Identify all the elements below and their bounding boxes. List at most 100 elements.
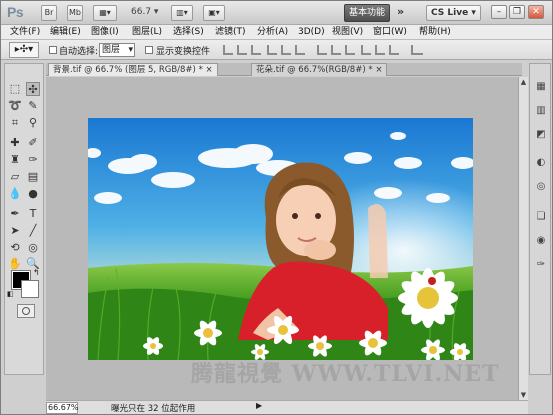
menu-select[interactable]: 选择(S) bbox=[173, 26, 204, 39]
title-bar: Ps Br Mb ▦▾ 66.7 ▾ ▥▾ ▣▾ 基本功能 » CS Live … bbox=[1, 1, 552, 25]
restore-button[interactable]: ❐ bbox=[509, 5, 525, 19]
menu-help[interactable]: 帮助(H) bbox=[419, 26, 451, 39]
eraser-tool-icon[interactable]: ▱ bbox=[8, 170, 22, 184]
path-selection-tool-icon[interactable]: ➤ bbox=[8, 224, 22, 238]
3d-orbit-tool-icon[interactable]: ◎ bbox=[26, 241, 40, 255]
lasso-tool-icon[interactable]: ➰ bbox=[8, 99, 22, 113]
menu-filter[interactable]: 滤镜(T) bbox=[215, 26, 246, 39]
swap-colors-icon[interactable]: ↰ bbox=[33, 268, 40, 277]
background-color-swatch[interactable] bbox=[21, 280, 39, 298]
tab-background-document[interactable]: 背景.tif @ 66.7% (图层 5, RGB/8#) * × bbox=[48, 63, 218, 76]
channels-panel-icon[interactable]: ◉ bbox=[534, 234, 548, 248]
move-tool-icon[interactable]: ✣ bbox=[26, 82, 40, 96]
menu-view[interactable]: 视图(V) bbox=[332, 26, 363, 39]
type-tool-icon[interactable]: T bbox=[26, 207, 40, 221]
distribute-bottom-icon[interactable] bbox=[345, 45, 355, 55]
document-tabs: 背景.tif @ 66.7% (图层 5, RGB/8#) * × 花朵.tif… bbox=[46, 63, 522, 76]
align-top-icon[interactable] bbox=[223, 45, 233, 55]
scroll-up-arrow-icon[interactable]: ▲ bbox=[519, 77, 528, 87]
gradient-tool-icon[interactable]: ▤ bbox=[26, 170, 40, 184]
auto-select-label: 自动选择: bbox=[59, 47, 99, 57]
document-image[interactable] bbox=[88, 118, 473, 360]
menu-edit[interactable]: 编辑(E) bbox=[50, 26, 81, 39]
color-panel-icon[interactable]: ▦ bbox=[534, 80, 548, 94]
menu-image[interactable]: 图像(I) bbox=[91, 26, 119, 39]
vertical-scrollbar[interactable]: ▲ ▼ bbox=[518, 77, 528, 400]
zoom-level-dropdown[interactable]: 66.7 ▾ bbox=[131, 7, 158, 17]
shape-tool-icon[interactable]: ╱ bbox=[26, 224, 40, 238]
align-bottom-icon[interactable] bbox=[251, 45, 261, 55]
align-hcenter-icon[interactable] bbox=[281, 45, 291, 55]
marquee-tool-icon[interactable]: ⬚ bbox=[8, 82, 22, 96]
adjustments-panel-icon[interactable]: ◐ bbox=[534, 156, 548, 170]
quick-mask-icon bbox=[22, 307, 30, 315]
default-colors-icon[interactable]: ◧ bbox=[7, 290, 14, 298]
auto-select-checkbox[interactable] bbox=[49, 46, 57, 54]
swatches-panel-icon[interactable]: ▥ bbox=[534, 104, 548, 118]
distribute-hcenter-icon[interactable] bbox=[375, 45, 385, 55]
tab-close-icon[interactable]: × bbox=[375, 65, 382, 75]
3d-rotate-tool-icon[interactable]: ⟲ bbox=[8, 241, 22, 255]
dodge-tool-icon[interactable]: ● bbox=[26, 187, 40, 201]
quick-mask-button[interactable] bbox=[17, 304, 35, 318]
more-workspaces-icon[interactable]: » bbox=[397, 5, 404, 18]
distribute-vcenter-icon[interactable] bbox=[331, 45, 341, 55]
layers-panel-icon[interactable]: ❏ bbox=[534, 210, 548, 224]
arrange-documents-button[interactable]: ▥▾ bbox=[171, 5, 193, 21]
align-right-icon[interactable] bbox=[295, 45, 305, 55]
move-tool-preset-picker[interactable]: ▸✣▾ bbox=[9, 42, 39, 58]
cs-live-label: CS Live bbox=[431, 8, 469, 18]
tab-flower-label: 花朵.tif @ 66.7%(RGB/8#) * bbox=[256, 65, 373, 75]
quick-select-tool-icon[interactable]: ✎ bbox=[26, 99, 40, 113]
ps-logo: Ps bbox=[7, 4, 24, 20]
bridge-button[interactable]: Br bbox=[41, 5, 57, 21]
status-menu-arrow-icon[interactable]: ▶ bbox=[256, 401, 262, 410]
align-left-icon[interactable] bbox=[267, 45, 277, 55]
zoom-percentage-field[interactable]: 66.67% bbox=[46, 402, 79, 414]
menu-3d[interactable]: 3D(D) bbox=[298, 26, 325, 39]
healing-brush-tool-icon[interactable]: ✚ bbox=[8, 136, 22, 150]
auto-align-layers-icon[interactable] bbox=[411, 45, 423, 55]
zoom-level-value: 66.7 bbox=[131, 7, 152, 17]
paths-panel-icon[interactable]: ✑ bbox=[534, 258, 548, 272]
distribute-left-icon[interactable] bbox=[361, 45, 371, 55]
auto-select-target-select[interactable]: 图层 ▾ bbox=[99, 43, 135, 57]
screen-mode-button[interactable]: ▣▾ bbox=[203, 5, 225, 21]
clone-stamp-tool-icon[interactable]: ♜ bbox=[8, 153, 22, 167]
workspace-essentials-button[interactable]: 基本功能 bbox=[344, 4, 390, 22]
cs-live-arrow-icon: ▾ bbox=[471, 8, 476, 18]
auto-select-target-value: 图层 bbox=[102, 45, 121, 55]
tab-background-label: 背景.tif @ 66.7% (图层 5, RGB/8#) * bbox=[53, 65, 203, 75]
menu-window[interactable]: 窗口(W) bbox=[373, 26, 407, 39]
styles-panel-icon[interactable]: ◩ bbox=[534, 128, 548, 142]
crop-tool-icon[interactable]: ⌗ bbox=[8, 116, 22, 130]
distribute-top-icon[interactable] bbox=[317, 45, 327, 55]
status-info-text: 曝光只在 32 位起作用 bbox=[111, 404, 196, 414]
masks-panel-icon[interactable]: ◎ bbox=[534, 180, 548, 194]
scroll-down-arrow-icon[interactable]: ▼ bbox=[519, 390, 528, 400]
close-button[interactable]: ✕ bbox=[528, 5, 544, 19]
eyedropper-tool-icon[interactable]: ⚲ bbox=[26, 116, 40, 130]
status-bar: 66.67% 曝光只在 32 位起作用 ▶ bbox=[46, 400, 528, 414]
menu-analysis[interactable]: 分析(A) bbox=[257, 26, 288, 39]
move-arrow-icon: ▸✣▾ bbox=[14, 44, 34, 55]
pen-tool-icon[interactable]: ✒ bbox=[8, 207, 22, 221]
cs-live-button[interactable]: CS Live ▾ bbox=[426, 5, 481, 21]
history-brush-tool-icon[interactable]: ✑ bbox=[26, 153, 40, 167]
view-extras-button[interactable]: ▦▾ bbox=[93, 5, 117, 21]
minimize-button[interactable]: – bbox=[491, 5, 507, 19]
mini-bridge-button[interactable]: Mb bbox=[67, 5, 83, 21]
show-transform-checkbox[interactable] bbox=[145, 46, 153, 54]
hand-tool-icon[interactable]: ✋ bbox=[8, 257, 22, 271]
distribute-right-icon[interactable] bbox=[389, 45, 399, 55]
menu-bar: 文件(F) 编辑(E) 图像(I) 图层(L) 选择(S) 滤镜(T) 分析(A… bbox=[1, 25, 552, 40]
options-bar: ▸✣▾ 自动选择: 图层 ▾ 显示变换控件 bbox=[1, 40, 552, 60]
menu-file[interactable]: 文件(F) bbox=[10, 26, 40, 39]
blur-tool-icon[interactable]: 💧 bbox=[8, 187, 22, 201]
align-vcenter-icon[interactable] bbox=[237, 45, 247, 55]
menu-layer[interactable]: 图层(L) bbox=[132, 26, 162, 39]
show-transform-label: 显示变换控件 bbox=[156, 47, 211, 57]
tab-close-icon[interactable]: × bbox=[206, 65, 213, 75]
tab-flower-document[interactable]: 花朵.tif @ 66.7%(RGB/8#) * × bbox=[251, 63, 388, 76]
brush-tool-icon[interactable]: ✐ bbox=[26, 136, 40, 150]
